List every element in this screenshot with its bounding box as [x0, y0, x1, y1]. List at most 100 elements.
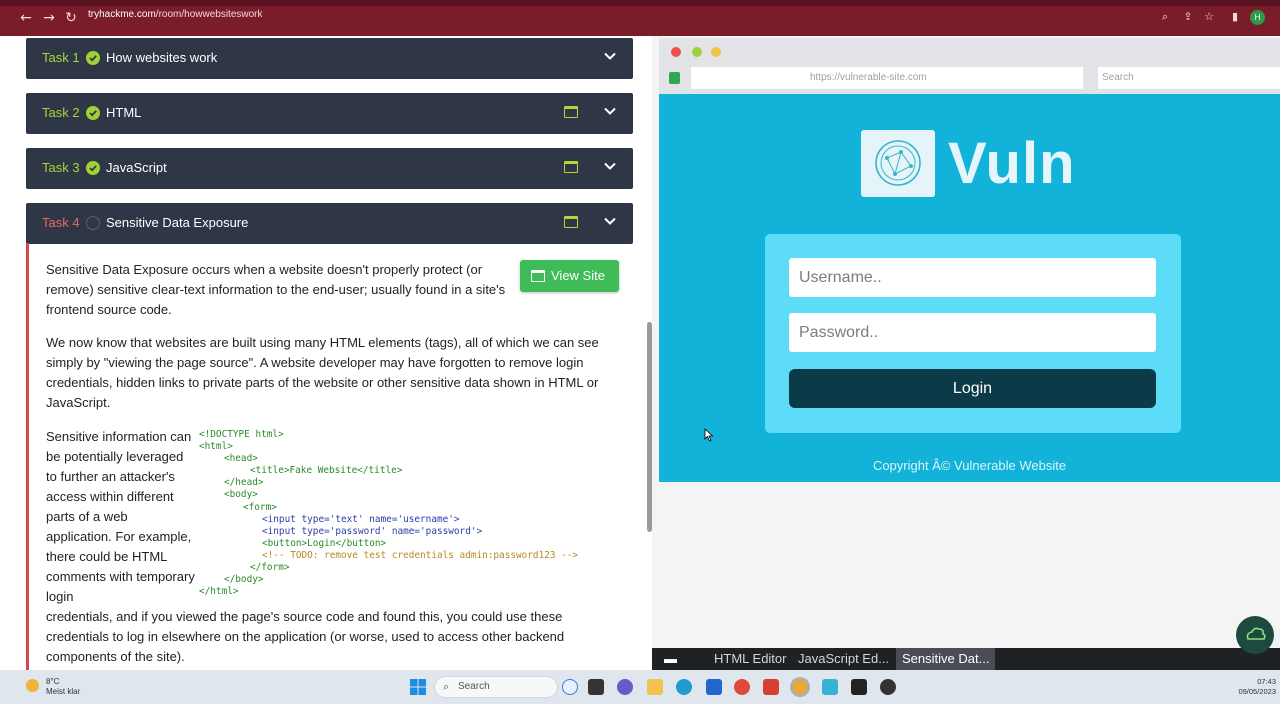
profile-avatar[interactable]: H — [1250, 10, 1265, 25]
code-line: </head> — [224, 477, 264, 489]
app-icon[interactable] — [851, 679, 867, 695]
taskbar-search[interactable]: ⌕ Search — [434, 676, 558, 698]
vuln-logo-icon — [861, 130, 935, 197]
reload-icon[interactable]: ↻ — [63, 10, 79, 26]
mock-search-field: Search — [1098, 67, 1280, 89]
task-number: Task 4 — [42, 215, 80, 230]
mock-url: https://vulnerable-site.com — [810, 72, 927, 83]
weather-temp: 8°C — [46, 677, 60, 686]
sidepanel-icon[interactable]: ▮ — [1228, 10, 1242, 24]
browser-window-icon — [564, 161, 578, 173]
app-icon[interactable] — [880, 679, 896, 695]
minimize-icon[interactable]: ▬ — [664, 648, 677, 670]
task-4-header[interactable]: Task 4 Sensitive Data Exposure — [26, 203, 633, 244]
cloud-assistant-icon[interactable] — [1236, 616, 1274, 654]
task-view-icon[interactable] — [588, 679, 604, 695]
os-taskbar: 8°C Meist klar ⌕ Search 07:43 09/05/2023 — [0, 670, 1280, 704]
mock-browser-bar: https://vulnerable-site.com Search — [659, 38, 1280, 94]
tab-sensitive-data[interactable]: Sensitive Dat... — [896, 648, 996, 670]
browser-toolbar: ← → ↻ tryhackme.com/room/howwebsiteswork… — [0, 0, 1280, 36]
store-app-icon[interactable] — [706, 679, 722, 695]
task-title: HTML — [106, 105, 142, 120]
file-explorer-icon[interactable] — [647, 679, 663, 695]
code-line: <html> — [199, 441, 233, 453]
password-input[interactable]: Password.. — [789, 313, 1156, 352]
site-brand: Vuln — [948, 131, 1076, 196]
vulnerable-site: Vuln Username.. Password.. Login Copyrig… — [659, 94, 1280, 482]
check-circle-icon — [86, 161, 100, 175]
code-line: <input type='password' name='password'> — [262, 525, 483, 537]
url-path: /room/howwebsiteswork — [155, 9, 263, 20]
zoom-icon[interactable]: ⌕ — [1158, 10, 1172, 24]
check-circle-icon — [86, 51, 100, 65]
screen-bottom-edge — [0, 704, 1280, 720]
browser-window-icon — [564, 106, 578, 118]
chrome-active-icon[interactable] — [792, 679, 808, 695]
view-site-label: View Site — [551, 268, 605, 283]
incomplete-circle-icon — [86, 216, 100, 230]
chrome-app-icon[interactable] — [734, 679, 750, 695]
app-icon[interactable] — [822, 679, 838, 695]
address-bar[interactable]: tryhackme.com/room/howwebsiteswork — [88, 9, 263, 20]
share-icon[interactable]: ⇪ — [1181, 10, 1195, 24]
windows-start-icon[interactable] — [410, 679, 426, 695]
task-title: JavaScript — [106, 160, 167, 175]
code-line: <head> — [224, 453, 258, 465]
editor-tab-bar: ▬ HTML Editor JavaScript Ed... Sensitive… — [652, 648, 1280, 670]
taskbar-search-label: Search — [458, 681, 490, 692]
window-close-icon — [671, 47, 681, 57]
tab-strip — [0, 0, 1280, 6]
bing-app-icon[interactable] — [562, 679, 578, 695]
code-line: <button>Login</button> — [262, 537, 387, 549]
window-minimize-icon — [692, 47, 702, 57]
site-footer-copyright: Copyright Â© Vulnerable Website — [872, 458, 1067, 473]
tab-html-editor[interactable]: HTML Editor — [714, 648, 786, 670]
weather-widget[interactable]: 8°C Meist klar — [46, 677, 80, 697]
paragraph-intro: Sensitive Data Exposure occurs when a we… — [46, 262, 506, 317]
clock-date: 09/05/2023 — [1238, 687, 1276, 696]
lock-icon — [669, 72, 680, 84]
login-button[interactable]: Login — [789, 369, 1156, 408]
room-content-pane: Task 1 How websites work Task 2 HTML Tas… — [12, 36, 648, 670]
code-line: <!-- TODO: remove test credentials admin… — [262, 549, 579, 561]
code-line: <!DOCTYPE html> — [199, 429, 284, 440]
forward-icon[interactable]: → — [41, 10, 57, 26]
username-input[interactable]: Username.. — [789, 258, 1156, 297]
clock-time: 07:43 — [1257, 677, 1276, 686]
task-2-header[interactable]: Task 2 HTML — [26, 93, 633, 134]
search-icon: ⌕ — [443, 681, 450, 693]
code-sample: <!DOCTYPE html> <html> <head> <title>Fake W… — [199, 429, 578, 598]
task-title: How websites work — [106, 50, 218, 65]
task-number: Task 2 — [42, 105, 80, 120]
task-1-header[interactable]: Task 1 How websites work — [26, 38, 633, 79]
code-line: <body> — [224, 489, 258, 501]
site-simulator-pane: https://vulnerable-site.com Search Vuln … — [652, 36, 1280, 648]
mock-address-bar: https://vulnerable-site.com — [669, 67, 1083, 89]
system-clock[interactable]: 07:43 09/05/2023 — [1232, 677, 1276, 697]
url-host: tryhackme.com — [88, 9, 156, 20]
task-title: Sensitive Data Exposure — [106, 215, 249, 230]
chat-app-icon[interactable] — [617, 679, 633, 695]
weather-desc: Meist klar — [46, 687, 81, 696]
chevron-down-icon[interactable] — [603, 214, 617, 228]
task-number: Task 1 — [42, 50, 80, 65]
edge-browser-icon[interactable] — [676, 679, 692, 695]
bookmark-star-icon[interactable]: ☆ — [1202, 10, 1216, 24]
tab-javascript-editor[interactable]: JavaScript Ed... — [798, 648, 889, 670]
chevron-down-icon[interactable] — [603, 104, 617, 118]
code-line: </form> — [250, 562, 290, 574]
view-site-button[interactable]: View Site — [520, 260, 619, 292]
code-line: <title>Fake Website</title> — [250, 465, 403, 477]
task-3-header[interactable]: Task 3 JavaScript — [26, 148, 633, 189]
code-line: <input type='text' name='username'> — [262, 513, 460, 525]
task-number: Task 3 — [42, 160, 80, 175]
office-app-icon[interactable] — [763, 679, 779, 695]
paragraph-sensitive-info: Sensitive information can be potentially… — [46, 429, 195, 604]
browser-window-icon — [531, 270, 545, 282]
chevron-down-icon[interactable] — [603, 159, 617, 173]
code-line: <form> — [243, 501, 277, 513]
chevron-down-icon[interactable] — [603, 49, 617, 63]
browser-window-icon — [564, 216, 578, 228]
back-icon[interactable]: ← — [18, 10, 34, 26]
check-circle-icon — [86, 106, 100, 120]
